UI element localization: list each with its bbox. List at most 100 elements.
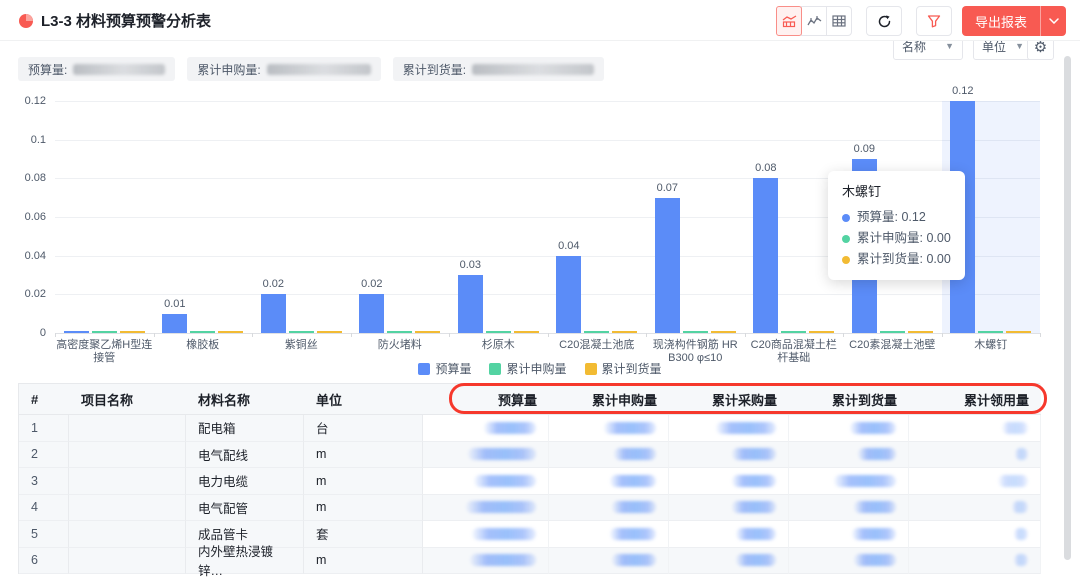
x-axis-tick — [351, 333, 352, 337]
bar-累计申购量[interactable] — [978, 331, 1003, 333]
project-name-cell — [69, 468, 186, 495]
vertical-scrollbar-thumb[interactable] — [1064, 56, 1071, 560]
column-header: 累计领用量 — [909, 384, 1041, 415]
bar-预算量[interactable] — [64, 331, 89, 333]
bar-累计到货量[interactable] — [415, 331, 440, 333]
pie-chart-icon — [18, 13, 34, 29]
bar-累计申购量[interactable] — [190, 331, 215, 333]
redacted-value-cell — [789, 442, 909, 469]
bar-累计申购量[interactable] — [289, 331, 314, 333]
bar-value-label: 0.01 — [145, 298, 205, 310]
bar-累计到货量[interactable] — [317, 331, 342, 333]
bar-累计申购量[interactable] — [584, 331, 609, 333]
redacted-value-cell — [669, 442, 789, 469]
filter-icon — [927, 14, 941, 28]
filter-button[interactable] — [916, 6, 952, 36]
redacted-value — [998, 475, 1028, 487]
tooltip-item-text: 累计申购量: 0.00 — [857, 228, 951, 249]
tooltip-item: 预算量: 0.12 — [842, 207, 951, 228]
bar-累计申购量[interactable] — [781, 331, 806, 333]
column-header: 项目名称 — [69, 384, 186, 415]
legend-item[interactable]: 累计到货量 — [585, 360, 662, 377]
bar-value-label: 0.03 — [440, 259, 500, 271]
redacted-value-cell — [909, 495, 1041, 522]
legend-item[interactable]: 累计申购量 — [489, 360, 566, 377]
bar-chart-view-button[interactable] — [776, 6, 802, 36]
redacted-value — [468, 448, 536, 460]
bar-累计申购量[interactable] — [880, 331, 905, 333]
legend-swatch — [585, 363, 597, 375]
export-report-button[interactable]: 导出报表 — [962, 6, 1040, 36]
material-name-cell: 配电箱 — [186, 415, 304, 442]
tooltip-item: 累计到货量: 0.00 — [842, 249, 951, 270]
x-axis-tick — [942, 333, 943, 337]
bar-预算量[interactable] — [753, 178, 778, 333]
export-dropdown-button[interactable] — [1040, 6, 1066, 36]
legend-label: 预算量 — [435, 360, 471, 377]
legend-item[interactable]: 预算量 — [418, 360, 471, 377]
table-view-button[interactable] — [826, 6, 852, 36]
redacted-value — [470, 554, 536, 566]
redacted-value-cell — [549, 415, 669, 442]
bar-预算量[interactable] — [458, 275, 483, 333]
redacted-value-cell — [669, 415, 789, 442]
bar-累计申购量[interactable] — [486, 331, 511, 333]
bar-预算量[interactable] — [261, 294, 286, 333]
column-header: 预算量 — [423, 384, 549, 415]
stat-pill: 预算量: — [18, 57, 175, 81]
bar-累计到货量[interactable] — [514, 331, 539, 333]
bar-累计申购量[interactable] — [683, 331, 708, 333]
bar-累计申购量[interactable] — [387, 331, 412, 333]
page-title: L3-3 材料预算预警分析表 — [41, 10, 211, 31]
x-axis-tick — [843, 333, 844, 337]
redacted-value-cell — [423, 468, 549, 495]
bar-value-label: 0.12 — [933, 85, 993, 97]
bar-累计到货量[interactable] — [120, 331, 145, 333]
line-chart-view-button[interactable] — [801, 6, 827, 36]
bar-预算量[interactable] — [655, 198, 680, 333]
x-axis-category-label: 杉原木 — [449, 339, 548, 352]
redacted-value — [612, 501, 656, 513]
bar-预算量[interactable] — [162, 314, 187, 333]
chevron-down-icon: ▼ — [1015, 41, 1024, 51]
unit-cell: 台 — [304, 415, 423, 442]
unit-cell: m — [304, 548, 423, 575]
table-row: 6内外壁热浸镀锌…m — [19, 548, 1039, 575]
bar-累计到货量[interactable] — [612, 331, 637, 333]
y-axis-tick-label: 0 — [0, 327, 46, 339]
bar-累计到货量[interactable] — [711, 331, 736, 333]
bar-累计到货量[interactable] — [218, 331, 243, 333]
redacted-value — [484, 422, 536, 434]
tooltip-item-text: 预算量: 0.12 — [857, 207, 926, 228]
material-name-cell: 电力电缆 — [186, 468, 304, 495]
table-icon — [832, 15, 846, 27]
redacted-value-cell — [423, 548, 549, 575]
bar-累计申购量[interactable] — [92, 331, 117, 333]
unit-cell: 套 — [304, 521, 423, 548]
column-header: 单位 — [304, 384, 423, 415]
redacted-value-cell — [909, 521, 1041, 548]
bar-累计到货量[interactable] — [809, 331, 834, 333]
redacted-value-cell — [909, 468, 1041, 495]
x-axis-tick — [154, 333, 155, 337]
y-axis-tick-label: 0.02 — [0, 288, 46, 300]
redacted-value-cell — [549, 442, 669, 469]
unit-cell: m — [304, 442, 423, 469]
bar-累计到货量[interactable] — [908, 331, 933, 333]
gridline — [55, 294, 1040, 295]
column-header: 累计申购量 — [549, 384, 669, 415]
redacted-value — [612, 554, 656, 566]
refresh-button[interactable] — [866, 6, 902, 36]
redacted-stat-value — [267, 64, 371, 75]
redacted-value — [854, 501, 896, 513]
bar-value-label: 0.09 — [834, 143, 894, 155]
bar-累计到货量[interactable] — [1006, 331, 1031, 333]
redacted-value — [850, 422, 896, 434]
tooltip-item-text: 累计到货量: 0.00 — [857, 249, 951, 270]
redacted-value — [716, 422, 776, 434]
redacted-value-cell — [909, 442, 1041, 469]
x-axis-category-label: 木螺钉 — [942, 339, 1041, 352]
bar-预算量[interactable] — [556, 256, 581, 333]
bar-预算量[interactable] — [359, 294, 384, 333]
redacted-stat-value — [73, 64, 165, 75]
